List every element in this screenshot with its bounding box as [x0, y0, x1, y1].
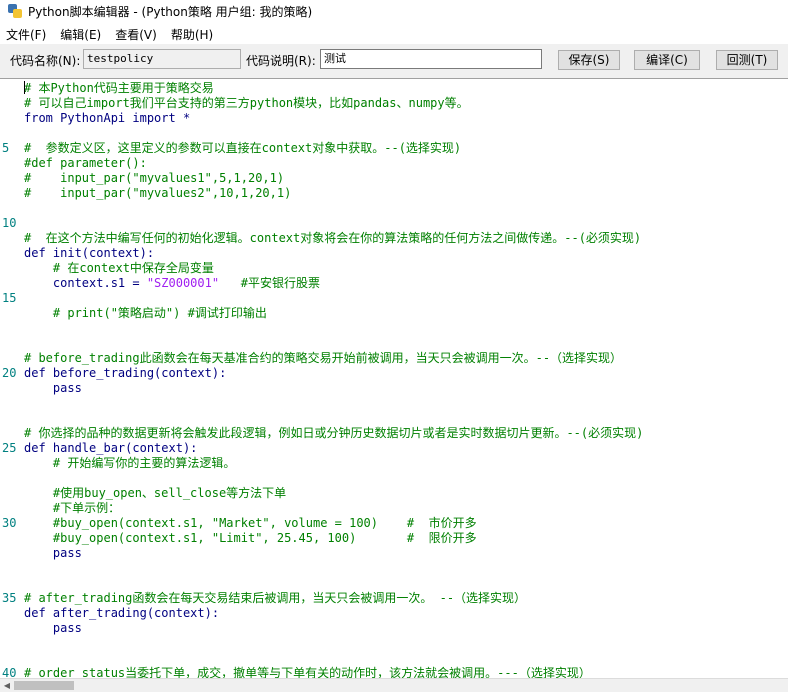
compile-button[interactable]: 编译(C) [634, 50, 700, 70]
scroll-thumb[interactable] [14, 681, 74, 690]
code-line: def before_trading(context): [24, 366, 227, 380]
code-line: pass [24, 621, 82, 635]
code-desc-label: 代码说明(R): [246, 54, 316, 68]
code-line: pass [24, 546, 82, 560]
line-number: 35 [2, 591, 17, 605]
code-line: # input_par("myvalues1",5,1,20,1) [24, 171, 285, 185]
code-area[interactable]: # 本Python代码主要用于策略交易 # 可以自己import我们平台支持的第三… [24, 79, 788, 679]
code-editor[interactable]: 5 10 15 20 25 30 35 40 # 本Python代码主要用于策略交易 # 可以自… [0, 78, 788, 679]
code-line: #def parameter(): [24, 156, 147, 170]
code-desc-field[interactable]: 测试 [320, 49, 542, 69]
python-app-icon [8, 4, 22, 18]
code-line: #buy_open(context.s1, "Market", volume =… [24, 516, 477, 530]
menu-file[interactable]: 文件(F) [0, 26, 53, 43]
code-line: # 可以自己import我们平台支持的第三方python模块，比如pandas、… [24, 96, 469, 110]
code-line: # before_trading此函数会在每天基准合约的策略交易开始前被调用，当… [24, 351, 623, 365]
code-line: #下单示例： [24, 501, 121, 515]
line-number: 25 [2, 441, 17, 455]
code-line: context.s1 = "SZ000001" #平安银行股票 [24, 276, 320, 290]
line-number-gutter: 5 10 15 20 25 30 35 40 [0, 79, 20, 679]
code-line: # 参数定义区，这里定义的参数可以直接在context对象中获取。--(选择实现… [24, 141, 462, 155]
line-number: 15 [2, 291, 17, 305]
menu-help[interactable]: 帮助(H) [164, 26, 220, 43]
code-line: #使用buy_open、sell_close等方法下单 [24, 486, 287, 500]
menu-bar: 文件(F) 编辑(E) 查看(V) 帮助(H) [0, 24, 788, 44]
code-name-field[interactable]: testpolicy [83, 49, 241, 69]
menu-view[interactable]: 查看(V) [108, 26, 164, 43]
code-line: # print("策略启动") #调试打印输出 [24, 306, 267, 320]
code-line: # 在context中保存全局变量 [24, 261, 214, 275]
horizontal-scrollbar[interactable]: ◀ [0, 678, 788, 692]
code-line: # 本Python代码主要用于策略交易 [24, 81, 214, 95]
scroll-left-icon[interactable]: ◀ [2, 681, 12, 690]
code-line: # after_trading函数会在每天交易结束后被调用，当天只会被调用一次。… [24, 591, 527, 605]
code-line: def after_trading(context): [24, 606, 220, 620]
toolbar: 代码名称(N): testpolicy 代码说明(R): 测试 保存(S) 编译… [0, 44, 788, 78]
line-number: 10 [2, 216, 17, 230]
menu-edit[interactable]: 编辑(E) [53, 26, 108, 43]
line-number: 30 [2, 516, 17, 530]
code-line: #buy_open(context.s1, "Limit", 25.45, 10… [24, 531, 477, 545]
text-caret [24, 81, 25, 94]
code-line: # input_par("myvalues2",10,1,20,1) [24, 186, 292, 200]
save-button[interactable]: 保存(S) [558, 50, 620, 70]
backtest-button[interactable]: 回测(T) [716, 50, 778, 70]
line-number: 20 [2, 366, 17, 380]
line-number: 5 [2, 141, 10, 155]
code-line: # 在这个方法中编写任何的初始化逻辑。context对象将会在你的算法策略的任何… [24, 231, 642, 245]
code-line: from PythonApi import * [24, 111, 191, 125]
title-bar: Python脚本编辑器 - (Python策略 用户组: 我的策略) [0, 0, 788, 22]
code-line: def handle_bar(context): [24, 441, 198, 455]
window-title: Python脚本编辑器 - (Python策略 用户组: 我的策略) [28, 4, 313, 19]
code-line: # 开始编写你的主要的算法逻辑。 [24, 456, 236, 470]
code-line: pass [24, 381, 82, 395]
code-name-label: 代码名称(N): [10, 54, 81, 68]
code-line: def init(context): [24, 246, 155, 260]
code-line: # 你选择的品种的数据更新将会触发此段逻辑，例如日或分钟历史数据切片或者是实时数… [24, 426, 644, 440]
